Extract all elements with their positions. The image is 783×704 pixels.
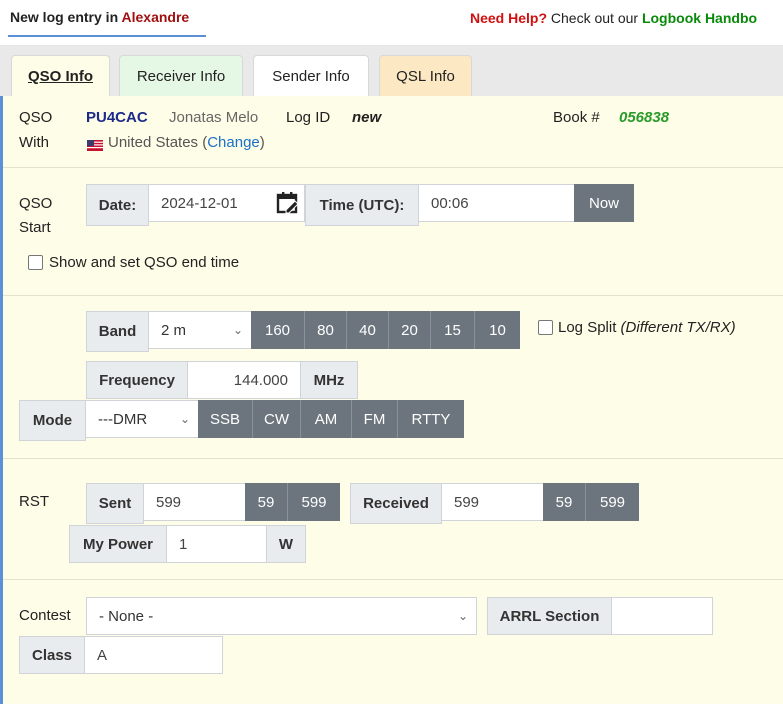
- my-power-input[interactable]: 1: [166, 525, 267, 563]
- change-country-link[interactable]: Change: [207, 134, 260, 151]
- page-title: New log entry in Alexandre: [10, 9, 190, 25]
- date-input[interactable]: 2024-12-01: [148, 184, 305, 222]
- contest-select[interactable]: - None - ⌄: [86, 597, 477, 635]
- tab-qso-info[interactable]: QSO Info: [11, 55, 110, 96]
- frequency-label: Frequency: [86, 361, 188, 399]
- calendar-edit-icon[interactable]: [276, 192, 300, 218]
- class-input[interactable]: A: [84, 636, 223, 674]
- frequency-input[interactable]: 144.000: [187, 361, 301, 399]
- mode-am-button[interactable]: AM: [301, 400, 352, 438]
- panel-left-border: [0, 96, 3, 704]
- log-id-label: Log ID: [286, 109, 331, 126]
- rst-sent-59-button[interactable]: 59: [245, 483, 288, 521]
- book-number-label: Book #: [553, 109, 600, 126]
- tab-sender-info[interactable]: Sender Info: [253, 55, 369, 96]
- band-15-button[interactable]: 15: [431, 311, 475, 349]
- qso-with-label-line1: QSO: [19, 109, 53, 126]
- rst-label: RST: [19, 493, 49, 510]
- tab-strip: QSO Info Receiver Info Sender Info QSL I…: [0, 46, 783, 96]
- rst-received-59-button[interactable]: 59: [543, 483, 586, 521]
- date-label: Date:: [86, 184, 149, 226]
- qso-with-label-line2: With: [19, 134, 49, 151]
- band-20-button[interactable]: 20: [389, 311, 431, 349]
- qso-start-label-line1: QSO: [19, 195, 53, 212]
- frequency-unit: MHz: [300, 361, 358, 399]
- arrl-section-label: ARRL Section: [487, 597, 612, 635]
- divider: [3, 295, 783, 296]
- power-unit: W: [266, 525, 306, 563]
- rst-received-label: Received: [350, 483, 442, 524]
- logbook-name: Alexandre: [121, 9, 190, 25]
- show-end-time-label: Show and set QSO end time: [49, 254, 240, 271]
- band-select[interactable]: 2 m ⌄: [148, 311, 252, 349]
- logbook-handbook-link[interactable]: Logbook Handbo: [642, 10, 757, 26]
- chevron-down-icon: ⌄: [232, 323, 243, 337]
- mode-select[interactable]: ---DMR ⌄: [85, 400, 199, 438]
- callsign[interactable]: PU4CAC: [86, 109, 148, 126]
- rst-sent-599-button[interactable]: 599: [288, 483, 340, 521]
- now-button[interactable]: Now: [574, 184, 634, 222]
- band-160-button[interactable]: 160: [251, 311, 305, 349]
- chevron-down-icon: ⌄: [179, 412, 190, 426]
- mode-cw-button[interactable]: CW: [253, 400, 301, 438]
- band-label: Band: [86, 311, 149, 352]
- log-split-label: Log Split (Different TX/RX): [558, 319, 736, 336]
- country: United States (Change): [108, 134, 265, 151]
- log-id-value: new: [352, 109, 382, 126]
- need-help-text: Need Help?: [470, 10, 548, 26]
- us-flag-icon: [87, 138, 103, 151]
- time-utc-label: Time (UTC):: [305, 184, 419, 226]
- my-power-label: My Power: [69, 525, 167, 563]
- band-40-button[interactable]: 40: [347, 311, 389, 349]
- contest-label: Contest: [19, 607, 71, 624]
- rst-received-599-button[interactable]: 599: [586, 483, 639, 521]
- tab-qsl-info[interactable]: QSL Info: [379, 55, 472, 96]
- mode-fm-button[interactable]: FM: [352, 400, 398, 438]
- arrl-section-input[interactable]: [611, 597, 713, 635]
- rst-sent-input[interactable]: 599: [143, 483, 246, 521]
- band-80-button[interactable]: 80: [305, 311, 347, 349]
- log-split-checkbox[interactable]: [538, 320, 553, 335]
- mode-rtty-button[interactable]: RTTY: [398, 400, 464, 438]
- help-banner: Need Help? Check out our Logbook Handbo: [470, 10, 758, 26]
- time-input[interactable]: 00:06: [418, 184, 575, 222]
- operator-name: Jonatas Melo: [169, 109, 259, 126]
- qso-start-label-line2: Start: [19, 219, 51, 236]
- rst-sent-label: Sent: [86, 483, 144, 524]
- rst-received-input[interactable]: 599: [441, 483, 544, 521]
- divider: [3, 458, 783, 459]
- divider: [3, 579, 783, 580]
- chevron-down-icon: ⌄: [457, 609, 468, 623]
- mode-ssb-button[interactable]: SSB: [198, 400, 253, 438]
- show-end-time-checkbox[interactable]: [28, 255, 43, 270]
- tab-receiver-info[interactable]: Receiver Info: [119, 55, 243, 96]
- band-10-button[interactable]: 10: [475, 311, 520, 349]
- book-number-value: 056838: [619, 109, 670, 126]
- class-label: Class: [19, 636, 85, 674]
- mode-label: Mode: [19, 400, 86, 441]
- top-bar: New log entry in Alexandre Need Help? Ch…: [0, 0, 783, 46]
- title-underline: [8, 35, 206, 37]
- divider: [3, 167, 783, 168]
